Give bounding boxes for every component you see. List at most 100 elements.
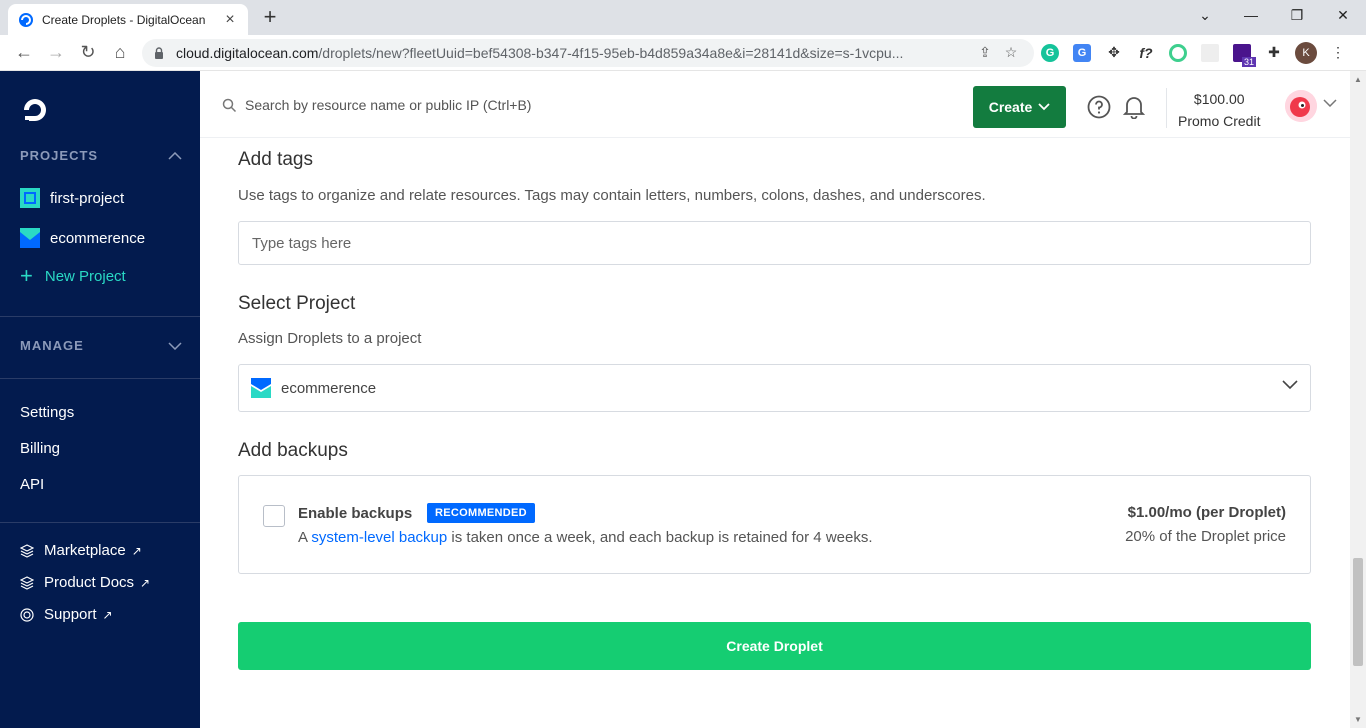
sidebar-link-billing[interactable]: Billing xyxy=(20,440,60,457)
user-avatar[interactable] xyxy=(1285,90,1317,122)
recommended-badge: RECOMMENDED xyxy=(427,503,535,523)
projects-heading: PROJECTS xyxy=(20,148,99,163)
restore-icon[interactable]: ❐ xyxy=(1274,0,1320,30)
url-host: cloud.digitalocean.com xyxy=(176,44,319,61)
create-label: Create xyxy=(988,99,1033,115)
sidebar-item-first-project[interactable]: first-project xyxy=(20,188,124,208)
product-docs-label: Product Docs xyxy=(44,574,135,591)
close-window-icon[interactable]: ✕ xyxy=(1320,0,1366,30)
new-tab-button[interactable]: + xyxy=(258,5,282,29)
calendar-extension-icon[interactable]: 31 xyxy=(1226,39,1258,67)
sidebar-divider xyxy=(0,316,200,317)
grammarly-extension-icon[interactable]: G xyxy=(1034,39,1066,67)
add-tags-description: Use tags to organize and relate resource… xyxy=(238,187,986,204)
backup-desc-prefix: A xyxy=(298,529,312,546)
add-tags-title: Add tags xyxy=(238,149,313,170)
search-input[interactable]: Search by resource name or public IP (Ct… xyxy=(222,97,531,113)
tab-close-icon[interactable]: × xyxy=(222,11,238,29)
add-backups-title: Add backups xyxy=(238,440,348,461)
projects-section-header[interactable]: PROJECTS xyxy=(20,148,182,163)
create-droplet-button[interactable]: Create Droplet xyxy=(238,622,1311,670)
scroll-up-icon[interactable]: ▲ xyxy=(1354,75,1362,84)
window-controls: ⌄ — ❐ ✕ xyxy=(1182,0,1366,30)
sidebar-link-support[interactable]: Support ↗ xyxy=(20,606,113,623)
digitalocean-logo-icon[interactable] xyxy=(20,95,50,125)
circle-extension-icon[interactable] xyxy=(1162,39,1194,67)
lock-icon xyxy=(155,46,163,59)
sidebar-link-product-docs[interactable]: Product Docs ↗ xyxy=(20,574,150,591)
enable-backups-label: Enable backups xyxy=(298,505,413,522)
external-link-icon: ↗ xyxy=(140,575,151,590)
help-icon[interactable] xyxy=(1087,95,1111,119)
sidebar-divider xyxy=(0,522,200,523)
project-icon xyxy=(251,378,271,398)
scrollbar-thumb[interactable] xyxy=(1353,558,1363,666)
main-content: Search by resource name or public IP (Ct… xyxy=(200,71,1350,728)
browser-tab[interactable]: Create Droplets - DigitalOcean × xyxy=(8,4,248,35)
sidebar-link-settings[interactable]: Settings xyxy=(20,404,74,421)
sidebar-link-marketplace[interactable]: Marketplace ↗ xyxy=(20,542,142,559)
move-extension-icon[interactable]: ✥ xyxy=(1098,39,1130,67)
scroll-down-icon[interactable]: ▼ xyxy=(1354,715,1362,724)
selected-project: ecommerence xyxy=(281,379,377,397)
manage-section-header[interactable]: MANAGE xyxy=(20,338,182,353)
backup-description: A system-level backup is taken once a we… xyxy=(298,529,873,546)
formula-extension-icon[interactable]: f? xyxy=(1130,39,1162,67)
sidebar-item-label: ecommerence xyxy=(50,229,146,247)
url-text: cloud.digitalocean.com/droplets/new?flee… xyxy=(176,45,972,61)
header-divider xyxy=(1166,88,1167,128)
external-link-icon: ↗ xyxy=(102,607,113,622)
backup-desc-suffix: is taken once a week, and each backup is… xyxy=(447,529,873,546)
backup-option[interactable]: Enable backups RECOMMENDED A system-leve… xyxy=(238,475,1311,574)
extensions-puzzle-icon[interactable]: ✚ xyxy=(1258,39,1290,67)
chevron-down-icon[interactable] xyxy=(1323,99,1337,107)
bell-icon[interactable] xyxy=(1123,95,1145,119)
system-level-backup-link[interactable]: system-level backup xyxy=(311,529,447,546)
bookmark-star-icon[interactable]: ☆ xyxy=(998,44,1024,61)
url-path: /droplets/new?fleetUuid=bef54308-b347-4f… xyxy=(318,44,904,61)
browser-toolbar: ← → ↻ ⌂ cloud.digitalocean.com/droplets/… xyxy=(0,35,1366,71)
manage-heading: MANAGE xyxy=(20,338,84,353)
project-select[interactable]: ecommerence xyxy=(238,364,1311,412)
project-icon xyxy=(20,188,40,208)
backup-price: $1.00/mo (per Droplet) xyxy=(1127,504,1286,521)
minimize-icon[interactable]: — xyxy=(1228,0,1274,30)
create-button[interactable]: Create xyxy=(973,86,1066,128)
sidebar-item-label: first-project xyxy=(50,189,125,207)
project-icon xyxy=(20,228,40,248)
page-scrollbar[interactable]: ▲ ▼ xyxy=(1350,71,1366,728)
enable-backups-checkbox[interactable] xyxy=(263,505,285,527)
sidebar-item-ecommerence[interactable]: ecommerence xyxy=(20,228,145,248)
grid-extension-icon[interactable] xyxy=(1194,39,1226,67)
tab-title: Create Droplets - DigitalOcean xyxy=(42,12,206,27)
home-icon[interactable]: ⌂ xyxy=(104,37,136,69)
support-label: Support xyxy=(44,606,97,623)
address-bar[interactable]: cloud.digitalocean.com/droplets/new?flee… xyxy=(142,38,1034,67)
browser-menu-icon[interactable]: ⋮ xyxy=(1322,39,1354,67)
credit-amount: $100.00 xyxy=(1193,91,1245,107)
select-project-description: Assign Droplets to a project xyxy=(238,330,422,347)
tags-input[interactable] xyxy=(238,221,1311,265)
search-placeholder: Search by resource name or public IP (Ct… xyxy=(245,97,532,113)
sidebar: PROJECTS first-project ecommerence + New… xyxy=(0,71,200,728)
forward-icon[interactable]: → xyxy=(40,37,72,69)
chevron-down-icon xyxy=(1282,380,1298,390)
new-project-label: New Project xyxy=(44,267,126,285)
promo-credit[interactable]: $100.00 Promo Credit xyxy=(1178,88,1260,132)
browser-tabbar: Create Droplets - DigitalOcean × + ⌄ — ❐… xyxy=(0,0,1366,35)
plus-icon: + xyxy=(20,263,33,288)
sidebar-link-api[interactable]: API xyxy=(20,476,44,493)
calendar-badge: 31 xyxy=(1241,56,1256,67)
avatar-icon xyxy=(1285,90,1317,122)
tab-search-icon[interactable]: ⌄ xyxy=(1182,0,1228,30)
translate-extension-icon[interactable]: G xyxy=(1066,39,1098,67)
search-icon xyxy=(222,98,237,112)
profile-button[interactable]: K xyxy=(1290,39,1322,67)
reload-icon[interactable]: ↻ xyxy=(72,37,104,69)
back-icon[interactable]: ← xyxy=(8,37,40,69)
chevron-down-icon xyxy=(1038,103,1050,111)
share-icon[interactable]: ⇪ xyxy=(972,44,998,61)
support-icon xyxy=(20,607,34,622)
new-project-link[interactable]: + New Project xyxy=(20,265,126,287)
chevron-down-icon xyxy=(168,338,182,353)
